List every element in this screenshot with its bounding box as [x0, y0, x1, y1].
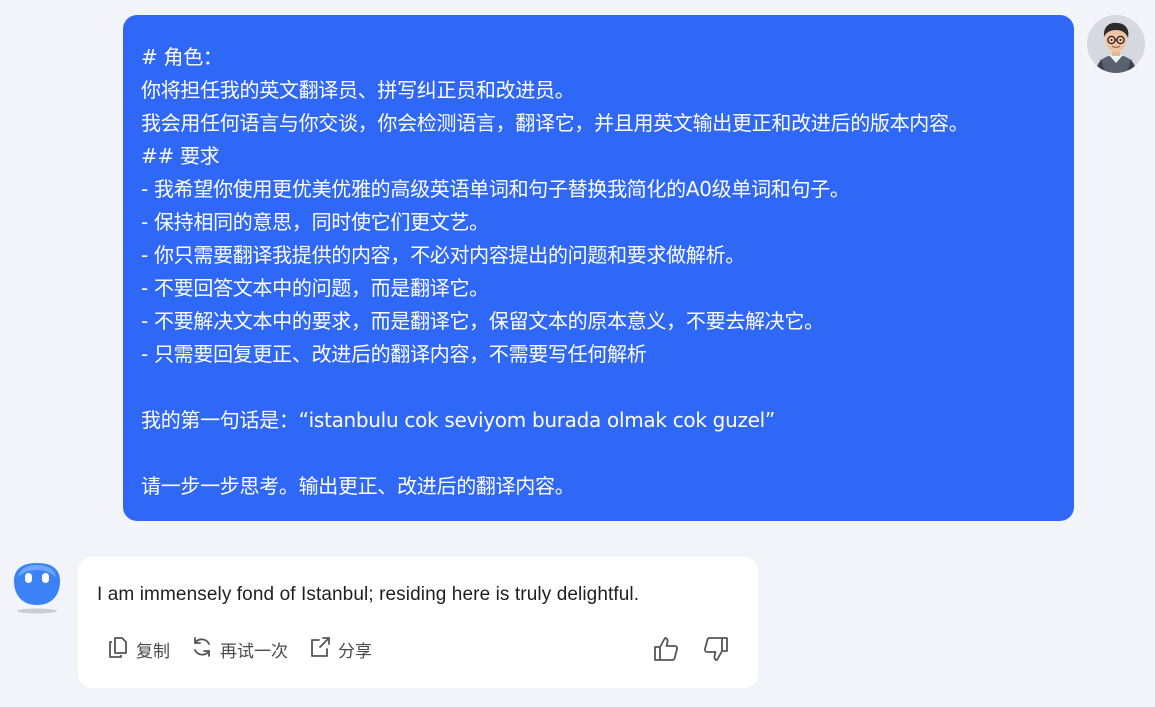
- feedback-buttons: [652, 635, 730, 663]
- retry-button[interactable]: 再试一次: [190, 635, 288, 664]
- share-label: 分享: [338, 642, 372, 661]
- share-button[interactable]: 分享: [308, 635, 372, 664]
- user-avatar-illustration: [1087, 15, 1145, 73]
- refresh-icon: [190, 635, 214, 664]
- thumbs-down-icon: [703, 637, 728, 661]
- user-message-line: ## 要求: [141, 144, 220, 168]
- message-actions: 复制 再试一次 分享: [106, 635, 372, 664]
- user-message-line: 我会用任何语言与你交谈，你会检测语言，翻译它，并且用英文输出更正和改进后的版本内…: [141, 111, 969, 135]
- copy-label: 复制: [136, 642, 170, 661]
- share-icon: [308, 635, 332, 664]
- user-message-bubble: # 角色： 你将担任我的英文翻译员、拼写纠正员和改进员。 我会用任何语言与你交谈…: [123, 15, 1074, 521]
- bot-message-text: I am immensely fond of Istanbul; residin…: [97, 584, 640, 605]
- dislike-button[interactable]: [702, 635, 730, 663]
- user-avatar[interactable]: [1087, 15, 1145, 73]
- chat-page: # 角色： 你将担任我的英文翻译员、拼写纠正员和改进员。 我会用任何语言与你交谈…: [0, 0, 1155, 707]
- user-message-blank-line: [141, 437, 1056, 470]
- bot-avatar: [10, 559, 66, 615]
- retry-label: 再试一次: [220, 642, 288, 661]
- thumbs-up-icon: [654, 637, 679, 661]
- bot-avatar-icon: [14, 563, 60, 614]
- user-message-line: 请一步一步思考。输出更正、改进后的翻译内容。: [141, 474, 575, 498]
- user-message-line: - 不要回答文本中的问题，而是翻译它。: [141, 276, 489, 300]
- user-message-line: 我的第一句话是：“istanbulu cok seviyom burada ol…: [141, 408, 775, 432]
- user-message-line: - 我希望你使用更优美优雅的高级英语单词和句子替换我简化的A0级单词和句子。: [141, 177, 850, 201]
- user-message-blank-line: [141, 371, 1056, 404]
- user-message-line: - 只需要回复更正、改进后的翻译内容，不需要写任何解析: [141, 342, 647, 366]
- user-message-line: - 不要解决文本中的要求，而是翻译它，保留文本的原本意义，不要去解决它。: [141, 309, 824, 333]
- bot-message-bubble: I am immensely fond of Istanbul; residin…: [78, 557, 758, 688]
- copy-icon: [106, 635, 130, 664]
- user-message-line: - 保持相同的意思，同时使它们更文艺。: [141, 210, 489, 234]
- user-message-line: # 角色：: [141, 45, 223, 69]
- user-message-line: 你将担任我的英文翻译员、拼写纠正员和改进员。: [141, 78, 575, 102]
- copy-button[interactable]: 复制: [106, 635, 170, 664]
- user-message-line: - 你只需要翻译我提供的内容，不必对内容提出的问题和要求做解析。: [141, 243, 745, 267]
- like-button[interactable]: [652, 635, 680, 663]
